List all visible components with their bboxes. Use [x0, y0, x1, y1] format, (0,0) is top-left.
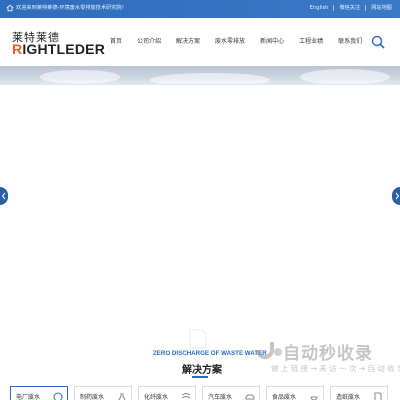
chevron-left-icon — [1, 192, 6, 200]
factory-icon — [53, 392, 63, 400]
watermark-subtext: 做 上 链 接 → 来 访 一 次 → 自 动 收 录 — [271, 364, 400, 373]
tab-paper[interactable]: 造纸废水 — [330, 386, 388, 400]
tab-label: 化纤废水 — [144, 394, 169, 400]
food-icon — [310, 396, 318, 400]
tab-pharma[interactable]: 制药废水 — [74, 386, 132, 400]
section-title-english: ZERO DISCHARGE OF WASTE WATER — [153, 350, 267, 357]
logo-rest: IGHTLEDER — [22, 41, 106, 57]
banner-cloud — [40, 70, 120, 84]
nav-item-home[interactable]: 首页 — [110, 36, 122, 45]
flask-icon — [118, 393, 126, 400]
top-bar: 欢迎来到莱特莱德-环境废水零排放技术研究院！ English 微信关注 网站地图 — [0, 0, 400, 18]
banner-cloud — [300, 69, 390, 84]
divider — [0, 84, 400, 85]
tab-label: 造纸废水 — [336, 394, 361, 400]
top-link-sitemap[interactable]: 网站地图 — [371, 4, 392, 11]
top-link-wechat[interactable]: 微信关注 — [339, 4, 360, 11]
main-nav: 首页 公司介绍 解决方案 废水零排放 新闻中心 工程业绩 联系我们 — [110, 36, 377, 45]
search-icon[interactable] — [371, 35, 385, 49]
tab-label: 电厂废水 — [16, 394, 41, 400]
divider — [365, 4, 367, 11]
section-title-underline — [192, 376, 208, 378]
top-link-english[interactable]: English — [310, 5, 329, 11]
tab-label: 制药废水 — [80, 394, 105, 400]
watermark-text: 自动秒收录 — [283, 344, 373, 364]
nav-item-about[interactable]: 公司介绍 — [137, 36, 161, 45]
home-icon — [6, 4, 14, 12]
tab-power-plant[interactable]: 电厂废水 — [10, 386, 68, 400]
site-header: 莱特莱德 RIGHTLEDER 首页 公司介绍 解决方案 废水零排放 新闻中心 … — [0, 18, 400, 66]
chevron-right-icon — [395, 192, 400, 200]
carousel-prev-button[interactable] — [0, 187, 8, 205]
paper-icon — [374, 392, 382, 400]
tab-label: 食品废水 — [272, 394, 297, 400]
hero-banner — [0, 66, 400, 84]
nav-item-zero-discharge[interactable]: 废水零排放 — [215, 36, 245, 45]
nav-item-news[interactable]: 新闻中心 — [260, 36, 284, 45]
tab-chemical-fiber[interactable]: 化纤废水 — [138, 386, 196, 400]
divider — [333, 4, 335, 11]
watermark: 自动秒收录 做 上 链 接 → 来 访 一 次 → 自 动 收 录 — [255, 339, 400, 379]
carousel-next-button[interactable] — [392, 187, 400, 205]
tab-automotive[interactable]: 汽车废水 — [202, 386, 260, 400]
tab-food[interactable]: 食品废水 — [266, 386, 324, 400]
section-title: 解决方案 — [182, 365, 222, 376]
document-icon — [189, 329, 207, 349]
logo-letter-r: R — [12, 41, 23, 57]
welcome-text: 欢迎来到莱特莱德-环境废水零排放技术研究院！ — [16, 5, 127, 11]
banner-cloud — [150, 73, 270, 84]
nav-item-contact[interactable]: 联系我们 — [338, 36, 362, 45]
nav-item-solutions[interactable]: 解决方案 — [176, 36, 200, 45]
tab-label: 汽车废水 — [208, 394, 233, 400]
nav-item-projects[interactable]: 工程业绩 — [299, 36, 323, 45]
logo-english[interactable]: RIGHTLEDER — [12, 41, 105, 57]
solution-tabs: 电厂废水 制药废水 化纤废水 汽车废水 食品废水 造纸废水 — [10, 386, 394, 400]
top-links: English 微信关注 网站地图 — [310, 4, 392, 11]
watermark-logo-icon — [256, 342, 282, 359]
car-icon — [245, 394, 255, 400]
fiber-icon — [181, 393, 191, 399]
